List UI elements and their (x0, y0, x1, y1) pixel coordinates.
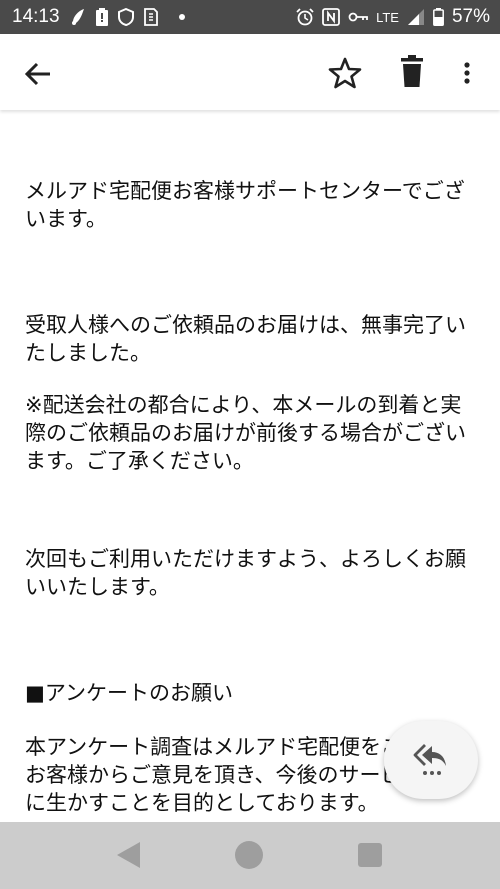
back-arrow-icon[interactable] (20, 56, 56, 92)
star-icon[interactable] (326, 54, 364, 92)
navigation-bar (0, 822, 500, 889)
trash-icon[interactable] (395, 54, 429, 92)
shield-icon (117, 8, 134, 26)
reply-all-icon (411, 738, 451, 782)
email-paragraph: 次回もご利用いただけますよう、よろしくお願いいたします。 (25, 547, 466, 599)
alarm-icon (296, 8, 314, 26)
network-type: LTE (376, 9, 399, 25)
notification-icon (70, 8, 86, 26)
email-paragraph: ※配送会社の都合により、本メールの到着と実際のご依頼品のお届けが前後する場合がご… (25, 393, 466, 473)
signal-icon (407, 8, 425, 26)
battery-alert-icon (95, 8, 108, 26)
status-bar: 14:13 LTE 57% (0, 0, 500, 34)
app-bar (0, 34, 500, 110)
vpn-key-icon (348, 11, 368, 23)
section-heading: ■アンケートのお願い (25, 681, 234, 705)
nav-home-icon[interactable] (235, 841, 263, 869)
status-time: 14:13 (12, 6, 60, 27)
battery-percent: 57% (451, 6, 490, 27)
dot-icon (178, 13, 186, 21)
email-body: メルアド宅配便お客様サポートセンターでございます。 受取人様へのご依頼品のお届け… (25, 110, 475, 822)
reply-all-button[interactable] (384, 721, 478, 799)
email-paragraph: メルアド宅配便お客様サポートセンターでございます。 (25, 179, 465, 231)
nav-recent-icon[interactable] (358, 843, 382, 867)
nav-back-icon[interactable] (114, 840, 144, 874)
email-paragraph: 受取人様へのご依頼品のお届けは、無事完了いたしました。 (25, 313, 466, 365)
nfc-icon (322, 8, 340, 26)
more-vert-icon[interactable] (455, 54, 479, 92)
battery-icon (433, 8, 444, 26)
sim-icon (143, 8, 158, 26)
